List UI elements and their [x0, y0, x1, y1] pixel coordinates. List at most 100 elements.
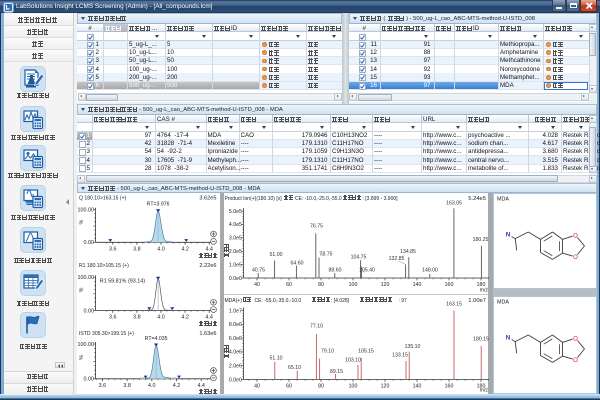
svg-text:163.05: 163.05 — [446, 201, 462, 207]
svg-text:1.00e7: 1.00e7 — [468, 298, 486, 304]
svg-text:6.0e6: 6.0e6 — [228, 336, 241, 342]
svg-text:%: % — [79, 287, 85, 292]
svg-text:CE: -10.0,-25.0,-55.0: CE: -10.0,-25.0,-55.0 — [295, 196, 342, 202]
svg-text:120: 120 — [380, 282, 389, 288]
svg-text:2.22e6: 2.22e6 — [199, 263, 216, 269]
svg-text:105.15: 105.15 — [358, 349, 374, 355]
svg-text:: [3.899 - 3.900]: : [3.899 - 3.900] — [362, 196, 398, 202]
svg-text:88.60: 88.60 — [328, 268, 341, 274]
svg-text:148.00: 148.00 — [422, 268, 438, 274]
svg-text:77.10: 77.10 — [310, 324, 323, 330]
svg-text:3.6: 3.6 — [109, 315, 117, 321]
svg-text:8.0e6: 8.0e6 — [228, 322, 241, 328]
svg-text:100.00: 100.00 — [78, 342, 95, 348]
svg-text:RT=4.035: RT=4.035 — [145, 336, 168, 342]
svg-text:MDA(+): MDA(+) — [224, 298, 242, 304]
svg-text:1.0e5: 1.0e5 — [228, 262, 241, 268]
svg-text:4.2: 4.2 — [181, 247, 189, 253]
svg-text:105.40: 105.40 — [359, 268, 375, 274]
svg-text:65.10: 65.10 — [288, 365, 301, 371]
svg-text:1.0e7: 1.0e7 — [228, 308, 241, 314]
svg-text:89.15: 89.15 — [330, 369, 343, 375]
svg-text:60: 60 — [286, 282, 292, 288]
svg-text:2.0e6: 2.0e6 — [228, 364, 241, 370]
svg-text:140: 140 — [412, 282, 421, 288]
svg-text:2.0e5: 2.0e5 — [228, 249, 241, 255]
svg-text:3.6: 3.6 — [109, 247, 117, 253]
svg-text:4.4: 4.4 — [205, 247, 213, 253]
svg-text:4.0e6: 4.0e6 — [228, 350, 241, 356]
svg-text:134.85: 134.85 — [400, 249, 416, 255]
svg-text:3.62e5: 3.62e5 — [199, 196, 216, 202]
svg-text:160: 160 — [444, 282, 453, 288]
svg-text:N: N — [505, 232, 510, 239]
svg-text:100: 100 — [348, 282, 357, 288]
svg-text:3.8: 3.8 — [133, 247, 141, 253]
svg-text:0.00: 0.00 — [84, 308, 95, 314]
svg-text:40: 40 — [254, 384, 260, 390]
svg-text:4.0: 4.0 — [157, 315, 165, 321]
svg-text:103.10: 103.10 — [345, 358, 361, 364]
svg-text:80: 80 — [318, 282, 324, 288]
svg-text:1.63e6: 1.63e6 — [199, 331, 216, 337]
svg-text:3.6: 3.6 — [99, 383, 107, 389]
svg-text:%: % — [79, 220, 85, 225]
svg-text:N: N — [505, 335, 510, 342]
svg-text:CE: -55.0,-35.0,-10.0: CE: -55.0,-35.0,-10.0 — [254, 298, 301, 304]
svg-text:4.2: 4.2 — [173, 383, 181, 389]
svg-text:MDA: MDA — [497, 300, 509, 306]
svg-text:Q 180.10>163.15 (+): Q 180.10>163.15 (+) — [79, 196, 127, 202]
svg-text:0.0e0: 0.0e0 — [228, 276, 241, 282]
svg-text:O: O — [573, 358, 578, 364]
svg-text:O: O — [573, 336, 578, 342]
svg-text:180.15: 180.15 — [473, 337, 489, 343]
svg-text:79.10: 79.10 — [321, 349, 334, 355]
svg-text:133.15: 133.15 — [392, 353, 408, 359]
svg-text:3.8: 3.8 — [123, 383, 131, 389]
svg-text:5.0e5: 5.0e5 — [228, 209, 241, 215]
svg-text:4.2: 4.2 — [181, 315, 189, 321]
svg-text:132.85: 132.85 — [388, 256, 404, 262]
svg-text:60: 60 — [286, 384, 292, 390]
svg-text:5.24e5: 5.24e5 — [468, 196, 486, 202]
svg-text:100.00: 100.00 — [78, 208, 95, 214]
svg-text:4.4: 4.4 — [205, 315, 213, 321]
svg-text:160: 160 — [444, 384, 453, 390]
svg-text:100: 100 — [348, 384, 357, 390]
svg-text:%: % — [79, 355, 85, 360]
svg-text:40.75: 40.75 — [252, 268, 265, 274]
svg-text:0.00: 0.00 — [84, 240, 95, 246]
svg-text:104.75: 104.75 — [350, 255, 366, 261]
svg-text:163.15: 163.15 — [446, 302, 462, 308]
svg-text:3.8: 3.8 — [133, 315, 141, 321]
svg-text:64.60: 64.60 — [290, 261, 303, 267]
svg-text:4.0: 4.0 — [157, 247, 165, 253]
svg-text:140: 140 — [412, 384, 421, 390]
svg-text:O: O — [573, 233, 578, 239]
svg-text:m/z: m/z — [479, 388, 488, 394]
svg-text:3.0e5: 3.0e5 — [228, 236, 241, 242]
svg-text:O: O — [573, 255, 578, 261]
svg-text:RT=3.976: RT=3.976 — [147, 202, 170, 208]
svg-text:76.75: 76.75 — [310, 224, 323, 230]
svg-text:: 97: : 97 — [398, 298, 407, 304]
svg-text:135.10: 135.10 — [404, 344, 420, 350]
svg-text:120: 120 — [380, 384, 389, 390]
svg-text:180.25: 180.25 — [472, 237, 488, 243]
svg-text:100.00: 100.00 — [78, 275, 95, 281]
svg-text:80: 80 — [318, 384, 324, 390]
svg-text:: [4.028]: : [4.028] — [331, 298, 350, 304]
svg-text:4.0e5: 4.0e5 — [228, 222, 241, 228]
svg-text:0.00: 0.00 — [84, 377, 95, 383]
svg-text:R1 59.81% (93.14): R1 59.81% (93.14) — [100, 279, 145, 285]
svg-text:51.00: 51.00 — [269, 252, 282, 258]
svg-text:4.0: 4.0 — [148, 383, 156, 389]
svg-text:R1 180.10>105.15 (+): R1 180.10>105.15 (+) — [79, 263, 129, 269]
svg-text:40: 40 — [254, 282, 260, 288]
svg-text:MDA: MDA — [497, 197, 509, 203]
svg-text:ISTD 305.30>199.15 (+): ISTD 305.30>199.15 (+) — [79, 331, 134, 337]
svg-text:4.4: 4.4 — [197, 383, 205, 389]
svg-text:51.10: 51.10 — [269, 356, 282, 362]
svg-text:Product Ion(+)(180.10) [x]: Product Ion(+)(180.10) [x] — [224, 196, 282, 202]
svg-text:0.0e0: 0.0e0 — [228, 377, 241, 383]
